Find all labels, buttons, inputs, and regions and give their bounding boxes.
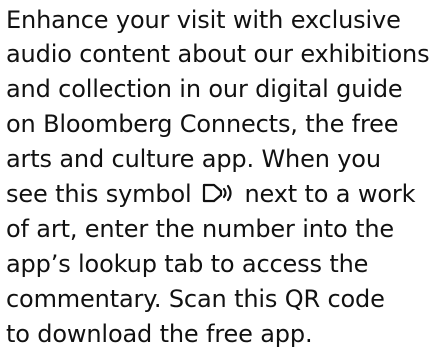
info-text-line-1: Enhance your visit with exclusive xyxy=(6,6,401,34)
info-text-line-6: see this symbol next to a work xyxy=(6,180,415,208)
info-text-line-9: commentary. Scan this QR code xyxy=(6,285,385,313)
symbol-outro-text: next to a work xyxy=(244,180,416,208)
symbol-intro-text: see this symbol xyxy=(6,180,192,208)
info-text-line-2: audio content about our exhibitions xyxy=(6,40,430,68)
info-text-line-8: app’s lookup tab to access the xyxy=(6,250,369,278)
info-text-line-10: to download the free app. xyxy=(6,320,313,348)
info-text-line-3: and collection in our digital guide xyxy=(6,75,403,103)
audio-guide-info-panel: Enhance your visit with exclusive audio … xyxy=(0,0,445,348)
info-text-line-7: of art, enter the number into the xyxy=(6,215,395,243)
info-text-line-5: arts and culture app. When you xyxy=(6,145,381,173)
audio-speaker-icon xyxy=(201,182,235,204)
info-text-line-4: on Bloomberg Connects, the free xyxy=(6,110,399,138)
